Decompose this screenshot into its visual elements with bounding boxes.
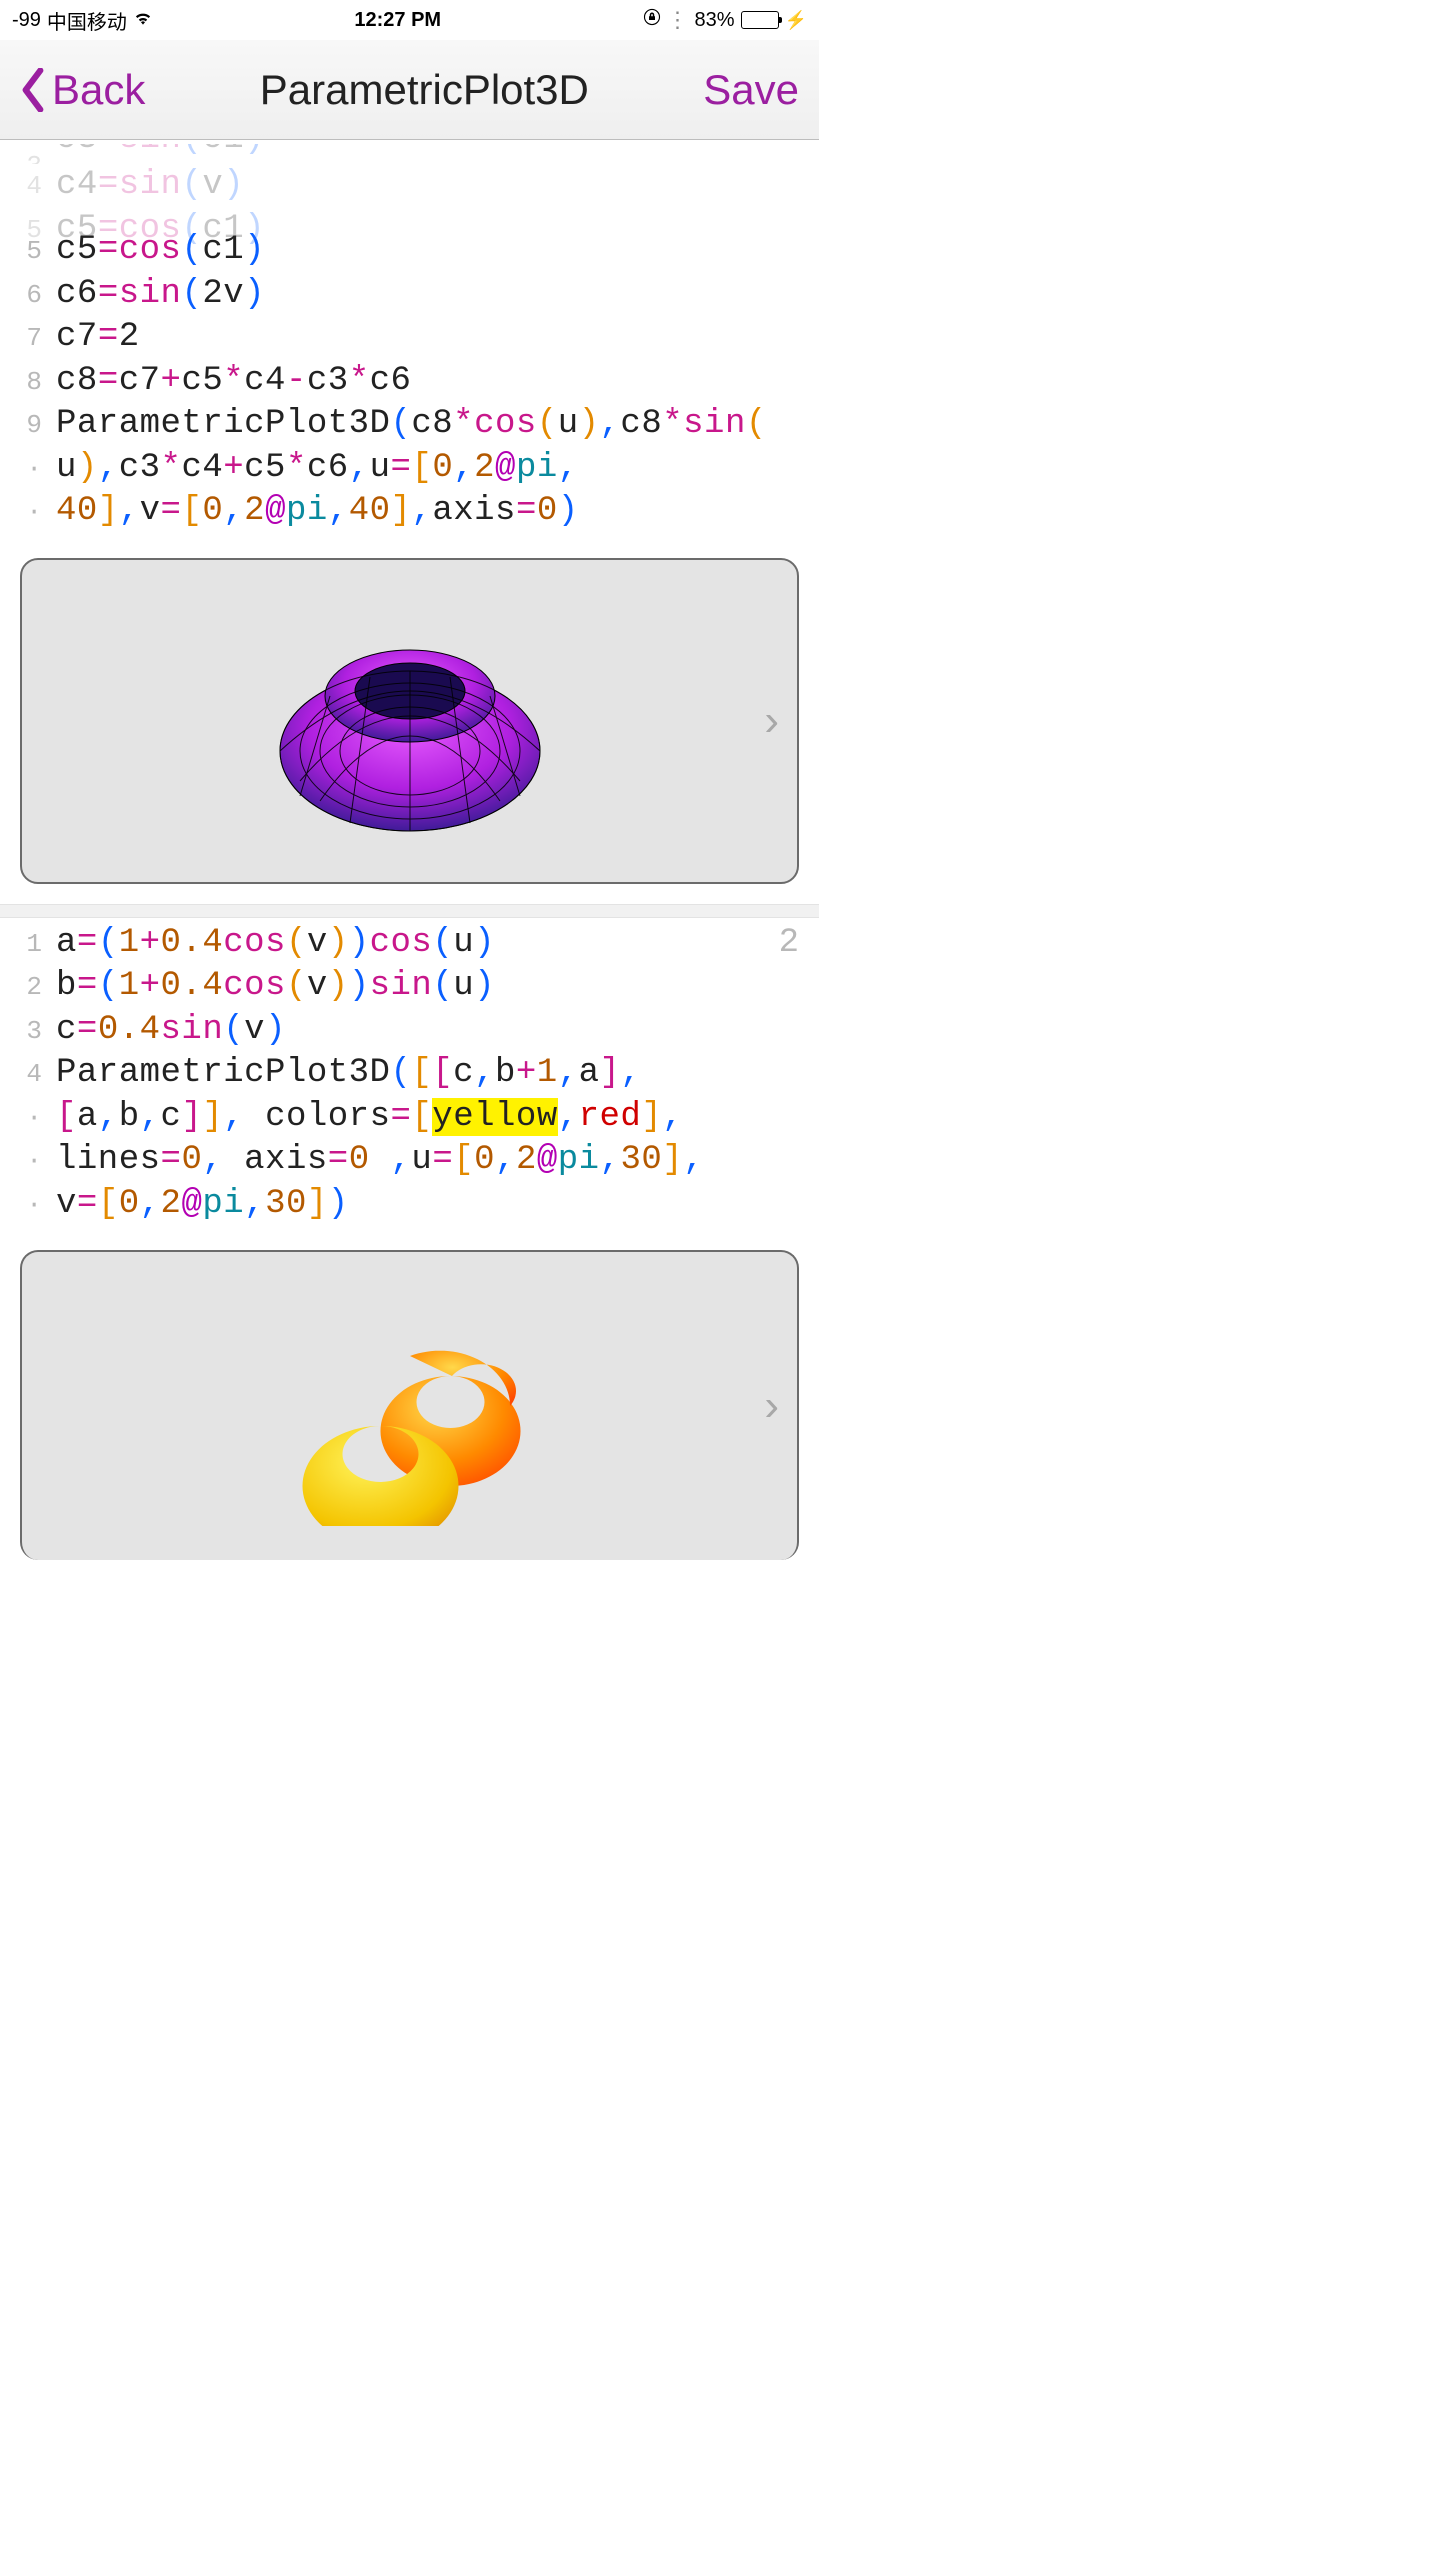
parametric-surface-icon: [260, 601, 560, 841]
code-block-1[interactable]: 3 c3=sin(c1) 4 c4=sin(v) 5 c5=cos(c1) 5 …: [0, 140, 819, 544]
gutter: 8: [14, 367, 56, 397]
code-text: a=(1+0.4cos(v))cos(u): [56, 922, 495, 966]
code-line: · 40],v=[0,2@pi,40],axis=0): [0, 490, 819, 534]
code-text: c4=sin(v): [56, 164, 244, 208]
carrier: 中国移动: [47, 6, 127, 35]
battery-icon: [741, 11, 779, 29]
block-index-badge: 2: [779, 924, 799, 962]
chevron-right-icon: ›: [764, 696, 779, 746]
code-block-2[interactable]: 2 1 a=(1+0.4cos(v))cos(u) 2 b=(1+0.4cos(…: [0, 918, 819, 1237]
battery-pct: 83%: [695, 9, 735, 32]
gutter: 4: [14, 171, 56, 201]
charging-icon: ⚡: [785, 10, 807, 31]
page-title: ParametricPlot3D: [260, 66, 589, 114]
gutter: ·: [14, 454, 56, 484]
code-text: b=(1+0.4cos(v))sin(u): [56, 965, 495, 1009]
back-button[interactable]: Back: [20, 66, 145, 114]
code-text: c=0.4sin(v): [56, 1009, 286, 1053]
gutter: ·: [14, 1103, 56, 1133]
plot-output-1[interactable]: ›: [20, 558, 799, 884]
code-text: c7=2: [56, 316, 140, 360]
separator: [0, 904, 819, 918]
save-button[interactable]: Save: [703, 66, 799, 114]
gutter: 4: [14, 1059, 56, 1089]
wifi-icon: [133, 9, 153, 32]
code-text: 40],v=[0,2@pi,40],axis=0): [56, 490, 579, 534]
nav-bar: Back ParametricPlot3D Save: [0, 40, 819, 140]
gutter: ·: [14, 1190, 56, 1220]
code-text: u),c3*c4+c5*c6,u=[0,2@pi,: [56, 447, 579, 491]
code-line: 3 c=0.4sin(v): [0, 1009, 819, 1053]
chevron-left-icon: [20, 68, 46, 112]
code-text: ParametricPlot3D([[c,b+1,a],: [56, 1052, 641, 1096]
status-bar: -99 中国移动 12:27 PM ⋮ 83% ⚡: [0, 0, 819, 40]
gutter: 5: [14, 215, 56, 245]
gutter: 6: [14, 280, 56, 310]
code-line: 9 ParametricPlot3D(c8*cos(u),c8*sin(: [0, 403, 819, 447]
linked-tori-icon: [260, 1286, 560, 1526]
gutter: 7: [14, 323, 56, 353]
bluetooth-icon: ⋮: [667, 7, 689, 33]
code-line: · v=[0,2@pi,30]): [0, 1183, 819, 1227]
code-line: 8 c8=c7+c5*c4-c3*c6: [0, 360, 819, 404]
code-text: c3=sin(c1): [56, 144, 265, 162]
chevron-right-icon: ›: [764, 1381, 779, 1431]
code-line: · u),c3*c4+c5*c6,u=[0,2@pi,: [0, 447, 819, 491]
code-text: [a,b,c]], colors=[yellow,red],: [56, 1096, 683, 1140]
code-line: 7 c7=2: [0, 316, 819, 360]
gutter: 9: [14, 410, 56, 440]
gutter: 1: [14, 929, 56, 959]
code-line: 2 b=(1+0.4cos(v))sin(u): [0, 965, 819, 1009]
code-line: 6 c6=sin(2v): [0, 273, 819, 317]
code-line: 1 a=(1+0.4cos(v))cos(u): [0, 922, 819, 966]
back-label: Back: [52, 66, 145, 114]
code-text: ParametricPlot3D(c8*cos(u),c8*sin(: [56, 403, 767, 447]
gutter: 3: [14, 151, 56, 164]
gutter: ·: [14, 1146, 56, 1176]
code-text: c8=c7+c5*c4-c3*c6: [56, 360, 411, 404]
code-line: 4 c4=sin(v): [0, 164, 819, 208]
code-line: · lines=0, axis=0 ,u=[0,2@pi,30],: [0, 1139, 819, 1183]
code-line: 4 ParametricPlot3D([[c,b+1,a],: [0, 1052, 819, 1096]
status-left: -99 中国移动: [12, 6, 153, 35]
code-text: c6=sin(2v): [56, 273, 265, 317]
code-text: lines=0, axis=0 ,u=[0,2@pi,30],: [56, 1139, 704, 1183]
signal-strength: -99: [12, 9, 41, 32]
gutter: 3: [14, 1016, 56, 1046]
code-line: · [a,b,c]], colors=[yellow,red],: [0, 1096, 819, 1140]
code-line: 3 c3=sin(c1): [0, 144, 819, 164]
code-text: v=[0,2@pi,30]): [56, 1183, 349, 1227]
plot-output-2[interactable]: ›: [20, 1250, 799, 1560]
code-text: c5=cos(c1): [56, 208, 265, 252]
orientation-lock-icon: [643, 8, 661, 32]
status-time: 12:27 PM: [354, 9, 441, 32]
gutter: 2: [14, 972, 56, 1002]
status-right: ⋮ 83% ⚡: [643, 7, 807, 33]
gutter: ·: [14, 497, 56, 527]
